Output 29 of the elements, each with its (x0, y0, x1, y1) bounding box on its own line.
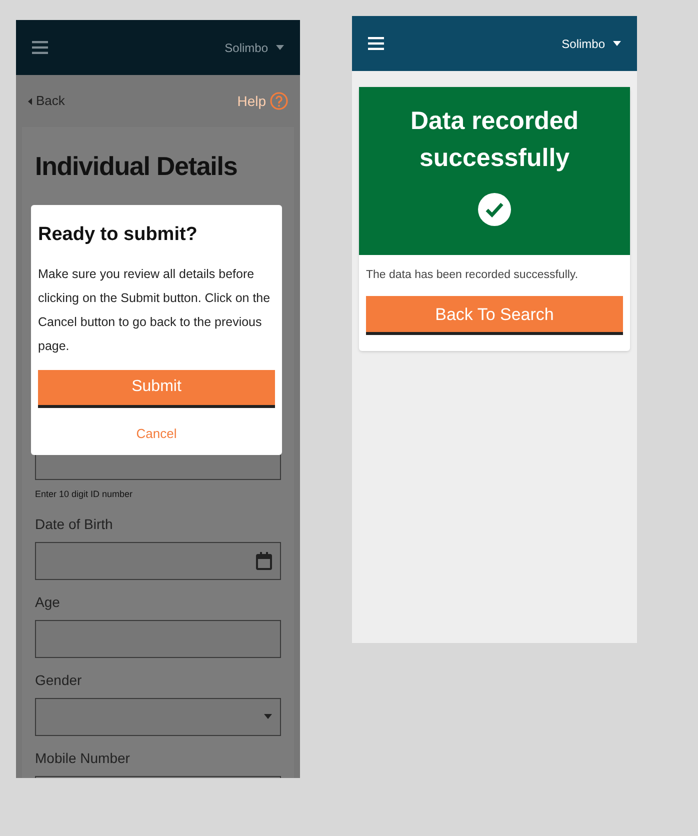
select-field[interactable] (35, 698, 281, 736)
success-message: The data has been recorded successfully. (365, 268, 580, 283)
input-field[interactable] (35, 620, 281, 658)
back-to-search-button[interactable]: Back To Search (366, 296, 623, 336)
menu-icon[interactable] (32, 41, 48, 54)
caret-icon (613, 41, 621, 46)
caret-left-icon (28, 98, 32, 104)
caret-icon (264, 714, 272, 719)
back-link[interactable]: Back (28, 91, 65, 111)
help-link[interactable]: Help (237, 90, 288, 112)
field-label: Date of Birth (35, 514, 114, 534)
date-field[interactable] (35, 542, 281, 580)
caret-icon (276, 45, 284, 50)
success-heading: Data recorded successfully (409, 106, 580, 174)
helper-text: Enter 10 digit ID number (35, 488, 134, 501)
user-menu[interactable]: Solimbo (224, 38, 284, 56)
field-label: Mobile Number (35, 748, 131, 768)
field-label: Gender (35, 670, 83, 690)
cancel-button[interactable]: Cancel (136, 424, 177, 443)
menu-icon[interactable] (368, 37, 384, 50)
help-icon (270, 92, 288, 110)
submit-button[interactable]: Submit (38, 370, 275, 408)
calendar-icon (256, 552, 272, 570)
dialog-message: Make sure you review all details before clicking on the Submit button. Click on the Cancel button to go back to the previous page. (38, 266, 272, 355)
dialog-title: Ready to submit? (38, 223, 198, 247)
user-menu[interactable]: Solimbo (562, 34, 621, 52)
field-label: Age (35, 592, 61, 612)
check-circle-icon (478, 193, 511, 226)
page-title: Individual Details (35, 150, 238, 183)
